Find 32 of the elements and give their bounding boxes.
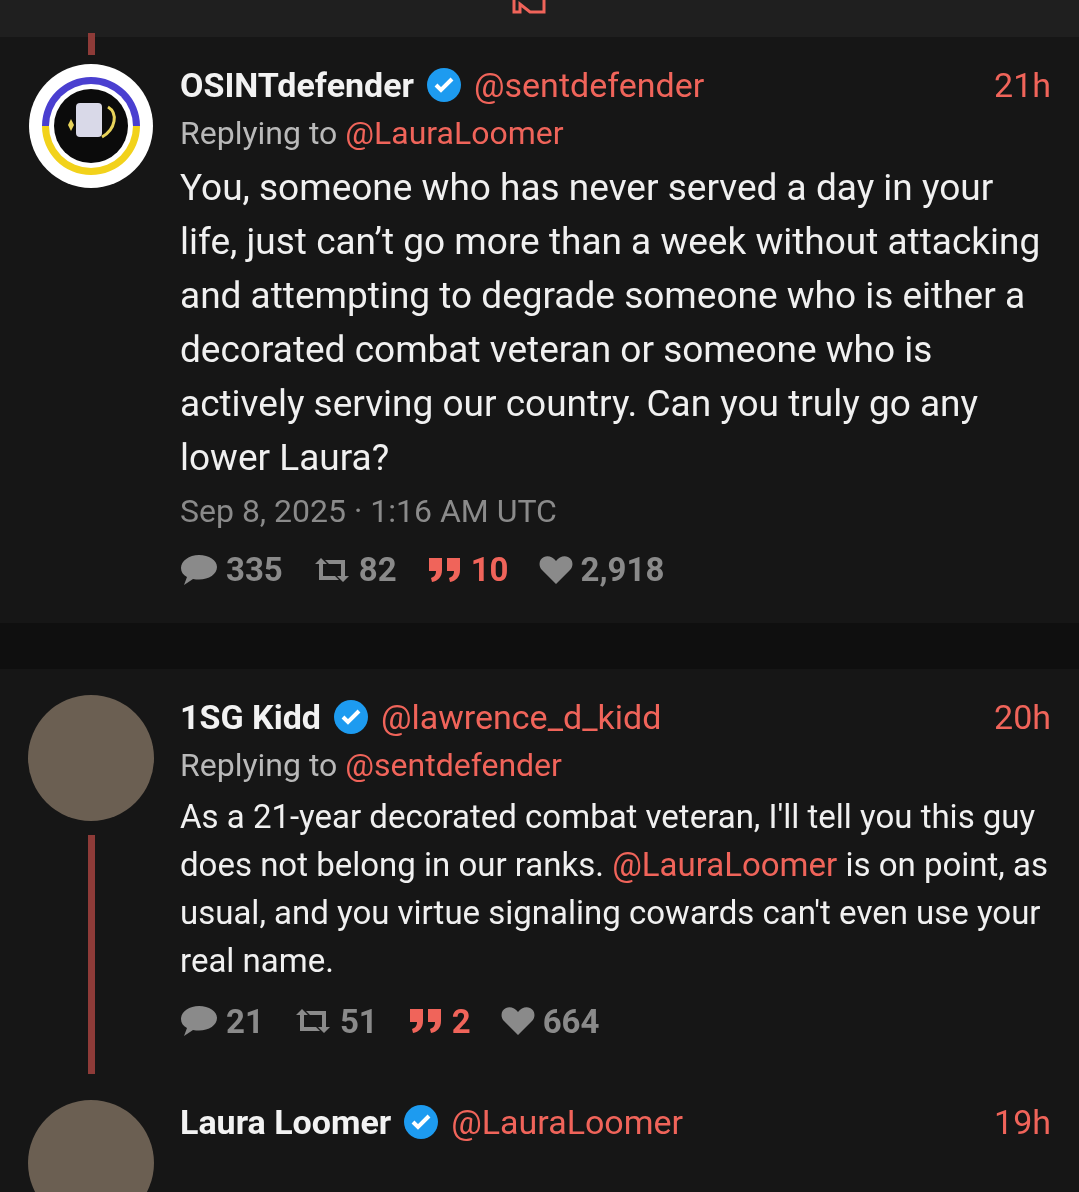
- logo-avatar[interactable]: [28, 63, 154, 189]
- speech-bubble-icon: [180, 1004, 218, 1039]
- stat-count: 82: [358, 549, 397, 591]
- mention-link[interactable]: @sentdefender: [345, 745, 562, 784]
- mention-link[interactable]: @LauraLoomer: [345, 114, 564, 152]
- stat-count: 2,918: [580, 549, 665, 591]
- display-name[interactable]: Laura Loomer: [180, 1100, 392, 1144]
- tweet-time[interactable]: 20h: [994, 694, 1051, 739]
- user-handle[interactable]: @lawrence_d_kidd: [380, 694, 662, 739]
- user-handle[interactable]: @LauraLoomer: [451, 1100, 684, 1144]
- quote-icon: [407, 1007, 444, 1036]
- tweet-time[interactable]: 19h: [994, 1100, 1051, 1144]
- display-name[interactable]: OSINTdefender: [180, 63, 414, 107]
- stat-count: 51: [339, 1000, 378, 1043]
- tweet-time[interactable]: 21h: [994, 63, 1051, 107]
- replying-to-text: Replying to @LauraLoomer: [180, 113, 565, 154]
- quote-icon: [426, 555, 463, 584]
- replying-to-text: Replying to @sentdefender: [180, 744, 563, 786]
- stat-count: 335: [226, 549, 283, 591]
- tweet-text: You, someone who has never served a day in your life, just can’t go more than a week without attacking and attempting to degrade someone who is either a decorated combat veteran or someone who is actively serving our country. Can you truly go any lower Laura?: [180, 165, 1042, 481]
- stat-count: 2: [451, 1000, 471, 1043]
- heart-icon: [500, 1006, 535, 1037]
- stat-count: 10: [470, 549, 509, 591]
- user-handle[interactable]: @sentdefender: [474, 63, 705, 107]
- stat-count: 664: [542, 1000, 600, 1043]
- tweet-date[interactable]: Sep 8, 2025 · 1:16 AM UTC: [180, 489, 1051, 533]
- mention-link[interactable]: @LauraLoomer: [612, 844, 838, 884]
- stat-count: 21: [226, 1000, 264, 1043]
- heart-icon: [538, 554, 573, 585]
- speech-bubble-icon: [180, 552, 218, 587]
- tweet-text: As a 21-year decorated combat veteran, I'll tell you this guy does not belong in our ranks. @LauraLoomer is on point, as usual, and you virtue signaling cowards can't even use your real name.: [180, 795, 1049, 982]
- display-name[interactable]: 1SG Kidd: [180, 694, 321, 739]
